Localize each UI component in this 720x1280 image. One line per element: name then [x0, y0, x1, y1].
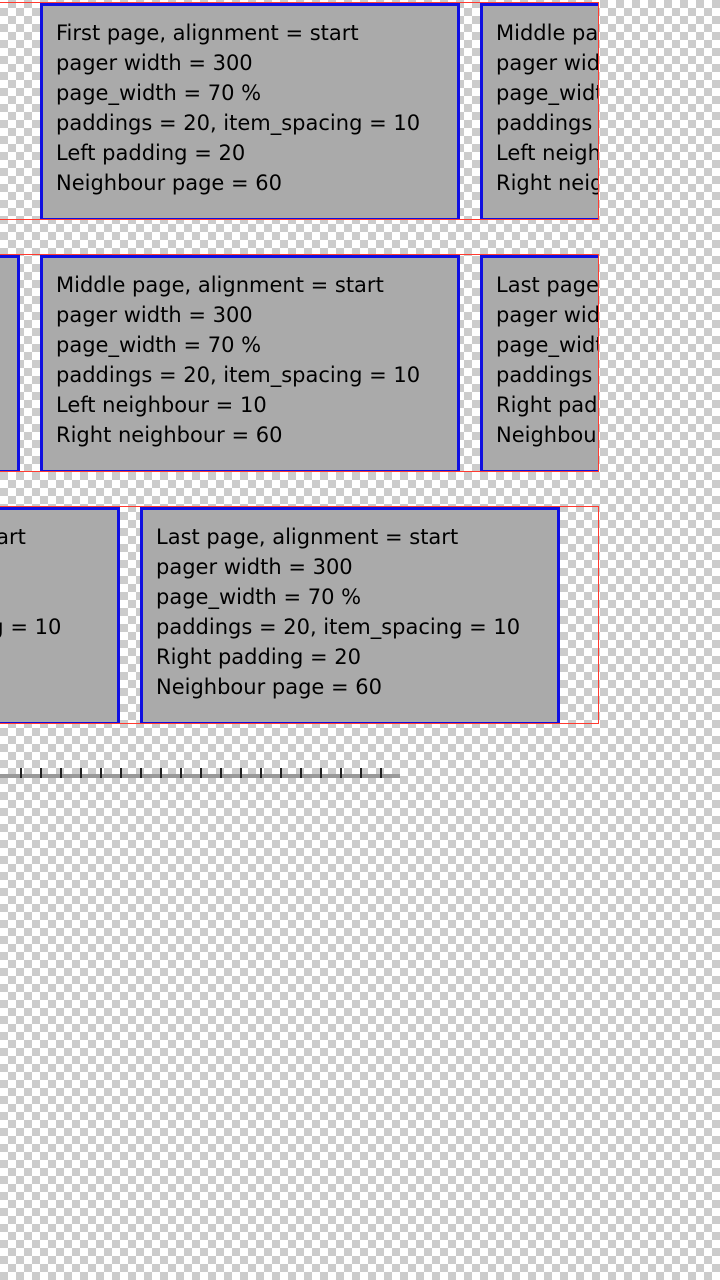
page-first[interactable]: First page, alignment = start pager widt… [40, 3, 460, 219]
page-line: Left neighbour = 10 [56, 393, 267, 417]
page-line: pager width = 300 [56, 51, 253, 75]
page-line: page_width = 70 % [156, 585, 362, 609]
page-line: pager width = 300 [56, 303, 253, 327]
ruler-tick [320, 768, 322, 778]
ruler-tick [240, 768, 242, 778]
page-text: Last page pager wid page_widt paddings R… [483, 258, 599, 450]
ruler-tick [340, 768, 342, 778]
ruler-tick [300, 768, 302, 778]
ruler-tick [360, 768, 362, 778]
page-line [0, 552, 117, 582]
page-middle-peek[interactable]: Middle pa pager wid page_widt paddings L… [480, 3, 599, 219]
pager-last-page[interactable]: start ng = 10 Last page, alignment = sta… [0, 506, 599, 724]
page-line: Last page [496, 273, 599, 297]
ruler-tick [160, 768, 162, 778]
page-line: paddings = 20, item_spacing = 10 [56, 363, 421, 387]
ruler-tick [120, 768, 122, 778]
ruler-tick [200, 768, 202, 778]
page-last-peek[interactable]: Last page pager wid page_widt paddings R… [480, 255, 599, 471]
page-line: Left neigh [496, 141, 599, 165]
page-line: paddings [496, 111, 593, 135]
ruler-tick [80, 768, 82, 778]
page-line: Middle page, alignment = start [56, 273, 384, 297]
page-middle[interactable]: Middle page, alignment = start pager wid… [40, 255, 460, 471]
page-line: pager width = 300 [156, 555, 353, 579]
pager-middle-page[interactable]: Middle page, alignment = start pager wid… [0, 254, 599, 472]
page-last[interactable]: Last page, alignment = start pager width… [140, 507, 560, 723]
page-line: page_width = 70 % [56, 81, 262, 105]
page-text: First page, alignment = start pager widt… [43, 6, 457, 198]
page-line: page_width = 70 % [56, 333, 262, 357]
page-line [0, 642, 117, 672]
page-line: Left padding = 20 [56, 141, 246, 165]
page-line: ng = 10 [0, 615, 62, 639]
page-line: Neighbou [496, 423, 597, 447]
page-line: Right padding = 20 [156, 645, 361, 669]
pager-first-page[interactable]: First page, alignment = start pager widt… [0, 2, 599, 220]
page-line: page_widt [496, 81, 599, 105]
ruler-tick [180, 768, 182, 778]
ruler-tick [220, 768, 222, 778]
ruler-tick [60, 768, 62, 778]
page-line: paddings [496, 363, 593, 387]
page-line: First page, alignment = start [56, 21, 359, 45]
page-line: Middle pa [496, 21, 599, 45]
ruler-tick [40, 768, 42, 778]
ruler-tick [100, 768, 102, 778]
page-line: Right pad [496, 393, 598, 417]
ruler-tick [20, 768, 22, 778]
page-line: paddings = 20, item_spacing = 10 [156, 615, 521, 639]
page-line: Right neighbour = 60 [56, 423, 283, 447]
page-line: Right neig [496, 171, 599, 195]
page-line: Neighbour page = 60 [56, 171, 283, 195]
page-first-peek[interactable] [0, 255, 20, 471]
page-text: Middle pa pager wid page_widt paddings L… [483, 6, 599, 198]
page-line: Last page, alignment = start [156, 525, 459, 549]
ruler-tick [260, 768, 262, 778]
page-line: page_widt [496, 333, 599, 357]
page-line: pager wid [496, 51, 599, 75]
page-line: start [0, 525, 26, 549]
page-text: Last page, alignment = start pager width… [143, 510, 557, 702]
page-line: Neighbour page = 60 [156, 675, 383, 699]
page-line: paddings = 20, item_spacing = 10 [56, 111, 421, 135]
page-line [0, 672, 117, 702]
page-middle-peek[interactable]: start ng = 10 [0, 507, 120, 723]
ruler-tick [140, 768, 142, 778]
page-text: Middle page, alignment = start pager wid… [43, 258, 457, 450]
page-text-tail: start ng = 10 [0, 522, 117, 702]
ruler-tick [380, 768, 382, 778]
ruler-tick [280, 768, 282, 778]
page-line: pager wid [496, 303, 599, 327]
page-line [0, 582, 117, 612]
